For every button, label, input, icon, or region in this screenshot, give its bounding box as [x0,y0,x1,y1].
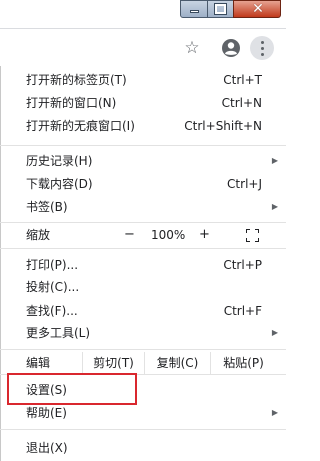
submenu-arrow-icon: ▶ [271,156,278,165]
edit-label: 编辑 [26,356,51,370]
menu-item-shortcut: Ctrl+T [223,73,262,87]
menu-separator [0,429,286,430]
menu-item-label: 打开新的标签页(T) [26,73,127,87]
settings-highlight-box [7,373,137,405]
menu-item-label: 帮助(E) [26,406,67,420]
menu-item-shortcut: Ctrl+Shift+N [184,119,262,133]
restore-button[interactable] [207,0,234,18]
minimize-button[interactable] [180,0,208,18]
paste-button[interactable]: 粘贴(P) [210,352,276,374]
menu-item-downloads[interactable]: 下载内容(D) Ctrl+J [0,173,286,195]
menu-item-new-tab[interactable]: 打开新的标签页(T) Ctrl+T [0,69,286,91]
submenu-arrow-icon: ▶ [271,328,278,337]
menu-item-label: 打开新的窗口(N) [26,96,117,110]
menu-item-help[interactable]: 帮助(E) ▶ [0,402,286,424]
menu-item-label: 历史记录(H) [26,154,93,168]
browser-toolbar: ☆ [0,28,286,67]
menu-item-print[interactable]: 打印(P)... Ctrl+P [0,254,286,276]
menu-item-more-tools[interactable]: 更多工具(L) ▶ [0,322,286,344]
submenu-arrow-icon: ▶ [271,202,278,211]
close-icon: ✕ [252,1,264,17]
menu-item-shortcut: Ctrl+F [223,304,262,318]
zoom-in-button[interactable]: + [199,222,210,248]
menu-item-exit[interactable]: 退出(X) [0,437,286,459]
account-icon[interactable] [221,38,241,58]
copy-button[interactable]: 复制(C) [144,352,210,374]
browser-main-menu: 打开新的标签页(T) Ctrl+T 打开新的窗口(N) Ctrl+N 打开新的无… [0,66,286,461]
zoom-row: 缩放 − 100% + [0,222,286,248]
edit-row: 编辑 剪切(T) 复制(C) 粘贴(P) [0,352,286,374]
zoom-level: 100% [151,228,186,242]
menu-item-label: 打开新的无痕窗口(I) [26,119,135,133]
menu-item-history[interactable]: 历史记录(H) ▶ [0,150,286,172]
menu-item-find[interactable]: 查找(F)... Ctrl+F [0,300,286,322]
menu-item-cast[interactable]: 投射(C)... [0,276,286,298]
close-button[interactable]: ✕ [233,0,281,18]
window-title-bar: ✕ [0,0,286,22]
menu-item-label: 查找(F)... [26,304,78,318]
restore-icon [215,4,226,14]
bookmark-star-icon[interactable]: ☆ [182,38,202,58]
menu-kebab-button[interactable] [250,36,274,60]
menu-item-label: 退出(X) [26,441,68,455]
menu-item-shortcut: Ctrl+P [223,258,262,272]
menu-separator [0,349,286,350]
zoom-label: 缩放 [26,228,51,242]
submenu-arrow-icon: ▶ [271,408,278,417]
more-vert-icon [260,40,264,56]
menu-item-label: 下载内容(D) [26,177,93,191]
menu-item-label: 书签(B) [26,200,68,214]
menu-item-shortcut: Ctrl+J [227,177,262,191]
menu-item-label: 投射(C)... [26,280,80,294]
menu-item-new-incognito-window[interactable]: 打开新的无痕窗口(I) Ctrl+Shift+N [0,115,286,137]
menu-item-new-window[interactable]: 打开新的窗口(N) Ctrl+N [0,92,286,114]
menu-item-label: 更多工具(L) [26,326,91,340]
fullscreen-icon[interactable] [246,229,259,242]
menu-separator [0,248,286,249]
minimize-icon [190,10,199,13]
cut-button[interactable]: 剪切(T) [82,352,144,374]
zoom-out-button[interactable]: − [124,222,135,248]
menu-item-label: 打印(P)... [26,258,79,272]
menu-item-bookmarks[interactable]: 书签(B) ▶ [0,196,286,218]
menu-item-shortcut: Ctrl+N [221,96,262,110]
menu-separator [0,145,286,146]
